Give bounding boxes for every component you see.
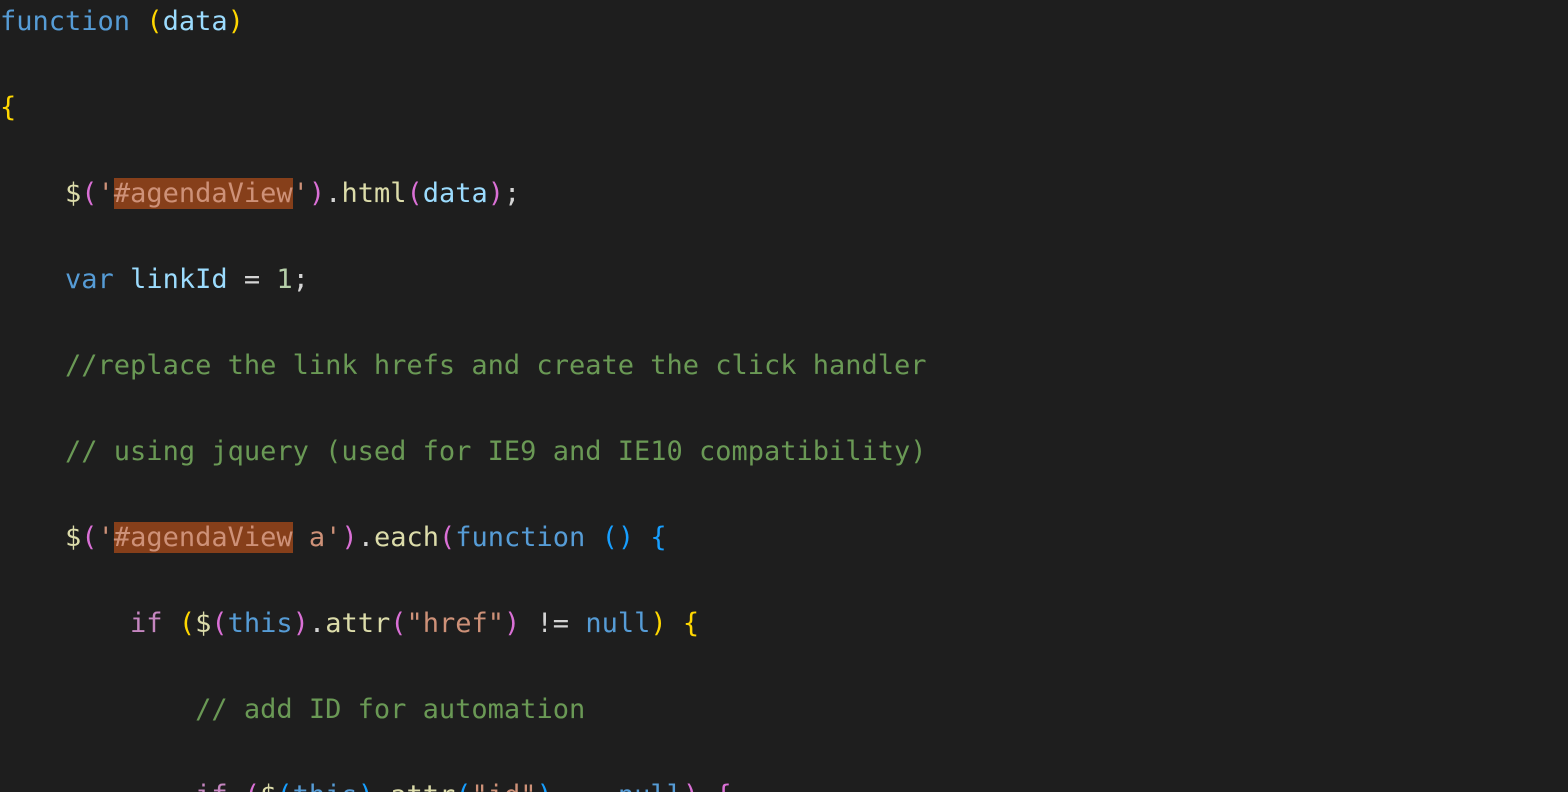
- token-str: ': [293, 178, 309, 209]
- token-kw: function: [0, 6, 146, 37]
- token-punc: .: [309, 608, 325, 639]
- code-line[interactable]: //replace the link hrefs and create the …: [0, 344, 1568, 387]
- code-line[interactable]: if ($(this).attr("id") == null) {: [0, 774, 1568, 792]
- token-brP: ): [504, 608, 520, 639]
- token-op: =: [228, 264, 277, 295]
- token-brP: (: [81, 522, 97, 553]
- code-line[interactable]: if ($(this).attr("href") != null) {: [0, 602, 1568, 645]
- token-brY: {: [0, 92, 16, 123]
- token-brY: ): [228, 6, 244, 37]
- token-ident: data: [423, 178, 488, 209]
- token-fn: html: [341, 178, 406, 209]
- token-cmt: // add ID for automation: [195, 694, 585, 725]
- token-brP: (: [244, 780, 260, 792]
- token-brP: (: [81, 178, 97, 209]
- token-op: ==: [553, 780, 618, 792]
- token-brP: ): [341, 522, 357, 553]
- token-ident: linkId: [130, 264, 228, 295]
- token-punc: ;: [293, 264, 309, 295]
- token-brP: (: [211, 608, 227, 639]
- token-cmt: // using jquery (used for IE9 and IE10 c…: [65, 436, 927, 467]
- token-kwctl: if: [130, 608, 179, 639]
- token-punc: .: [358, 522, 374, 553]
- token-brY: (: [179, 608, 195, 639]
- token-str: ': [98, 522, 114, 553]
- token-brB: ): [537, 780, 553, 792]
- token-brB: (: [276, 780, 292, 792]
- code-line[interactable]: $('#agendaView a').each(function () {: [0, 516, 1568, 559]
- code-line[interactable]: // using jquery (used for IE9 and IE10 c…: [0, 430, 1568, 473]
- code-line[interactable]: function (data): [0, 0, 1568, 43]
- token-str: "id": [472, 780, 537, 792]
- token-kw: var: [65, 264, 130, 295]
- token-brP: ): [488, 178, 504, 209]
- token-str: "href": [406, 608, 504, 639]
- token-punc: [699, 780, 715, 792]
- token-punc: ;: [504, 178, 520, 209]
- token-brP: ): [309, 178, 325, 209]
- token-brP: (: [439, 522, 455, 553]
- token-brP: ): [293, 608, 309, 639]
- token-brB: (: [602, 522, 618, 553]
- token-fn: each: [374, 522, 439, 553]
- code-line[interactable]: var linkId = 1;: [0, 258, 1568, 301]
- token-fn: attr: [325, 608, 390, 639]
- token-fn: $: [260, 780, 276, 792]
- token-brY: ): [650, 608, 666, 639]
- token-str: ': [98, 178, 114, 209]
- token-fn: $: [65, 178, 81, 209]
- code-line[interactable]: {: [0, 86, 1568, 129]
- token-punc: [634, 522, 650, 553]
- token-brP: {: [715, 780, 731, 792]
- token-sel: #agendaView: [114, 522, 293, 553]
- token-kw: function: [455, 522, 601, 553]
- token-brB: (: [455, 780, 471, 792]
- token-brB: ): [618, 522, 634, 553]
- token-kw: this: [293, 780, 358, 792]
- token-fn: $: [195, 608, 211, 639]
- token-punc: .: [374, 780, 390, 792]
- token-fn: $: [65, 522, 81, 553]
- token-fn: attr: [390, 780, 455, 792]
- token-kw: this: [228, 608, 293, 639]
- token-brP: (: [390, 608, 406, 639]
- token-brY: (: [146, 6, 162, 37]
- token-str: a': [293, 522, 342, 553]
- code-line[interactable]: // add ID for automation: [0, 688, 1568, 731]
- token-num: 1: [276, 264, 292, 295]
- code-line[interactable]: $('#agendaView').html(data);: [0, 172, 1568, 215]
- code-editor[interactable]: function (data) { $('#agendaView').html(…: [0, 0, 1568, 792]
- token-kw: null: [618, 780, 683, 792]
- token-brB: {: [650, 522, 666, 553]
- token-ident: data: [163, 6, 228, 37]
- token-sel: #agendaView: [114, 178, 293, 209]
- token-brP: (: [406, 178, 422, 209]
- token-kwctl: if: [195, 780, 244, 792]
- token-brY: {: [683, 608, 699, 639]
- token-brB: ): [358, 780, 374, 792]
- token-cmt: //replace the link hrefs and create the …: [65, 350, 927, 381]
- token-kw: null: [585, 608, 650, 639]
- token-punc: .: [325, 178, 341, 209]
- token-punc: [667, 608, 683, 639]
- token-brP: ): [683, 780, 699, 792]
- token-op: !=: [520, 608, 585, 639]
